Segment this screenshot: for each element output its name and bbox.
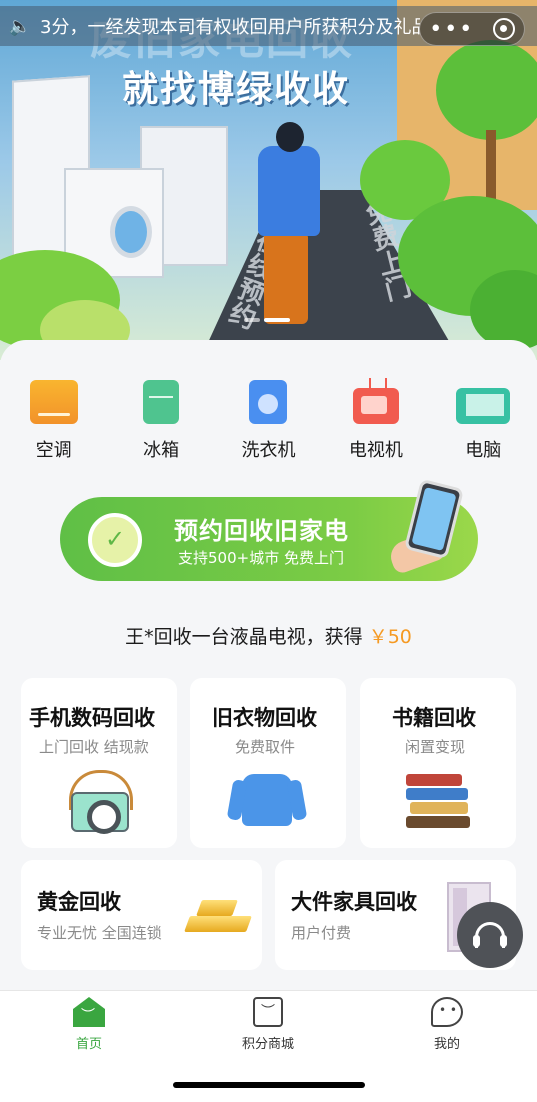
camera-icon (71, 792, 129, 834)
service-card-digital[interactable]: 手机数码回收 上门回收 结现款 (21, 678, 177, 848)
computer-icon (456, 388, 511, 424)
card-subtitle: 上门回收 结现款 (39, 738, 149, 756)
category-row: 空调 冰箱 洗衣机 电视机 电脑 (0, 380, 537, 462)
carousel-dot-active (264, 318, 290, 322)
service-card-books[interactable]: 书籍回收 闲置变现 (360, 678, 516, 848)
card-subtitle: 免费取件 (235, 738, 296, 756)
book-recycling-banner[interactable]: 预约回收旧家电 支持500+城市 免费上门 (60, 478, 478, 581)
card-title: 手机数码回收 (29, 706, 155, 730)
mini-program-capsule[interactable]: ••• (419, 12, 525, 46)
gold-bars-icon (183, 894, 253, 936)
card-subtitle: 闲置变现 (405, 738, 466, 756)
shopping-bag-icon (253, 997, 283, 1027)
card-title: 书籍回收 (392, 706, 476, 730)
service-card-gold[interactable]: 黄金回收 专业无忧 全国连锁 (21, 860, 262, 970)
category-label: 空调 (35, 440, 72, 461)
close-miniprogram-icon[interactable] (492, 18, 515, 40)
phone-icon (403, 478, 465, 560)
tree-illustration (436, 40, 537, 140)
category-computer[interactable]: 电脑 (433, 380, 533, 462)
notice-text: 王*回收一台液晶电视，获得 (125, 626, 363, 648)
main-content: 空调 冰箱 洗衣机 电视机 电脑 预约回收旧家电 支持500+城市 免费上门 王… (0, 340, 537, 990)
sweater-icon (242, 774, 292, 826)
category-fridge[interactable]: 冰箱 (111, 380, 211, 462)
card-subtitle: 用户付费 (291, 924, 352, 942)
banner-title: 预约回收旧家电 (174, 517, 349, 545)
home-icon (73, 997, 105, 1027)
notice-amount: ￥50 (368, 626, 412, 648)
banner-subtitle: 支持500+城市 免费上门 (178, 549, 344, 567)
tab-points-mall[interactable]: 积分商城 (208, 997, 328, 1052)
carousel-dot (244, 318, 260, 322)
headset-icon (473, 922, 507, 948)
tab-home[interactable]: 首页 (29, 997, 149, 1052)
card-title: 大件家具回收 (291, 890, 417, 914)
more-icon[interactable]: ••• (429, 17, 474, 42)
speaker-icon: 🔈 (8, 15, 32, 37)
washer-icon (249, 380, 288, 424)
carousel-indicator (244, 318, 290, 322)
category-washer[interactable]: 洗衣机 (218, 380, 318, 462)
service-card-clothes[interactable]: 旧衣物回收 免费取件 (190, 678, 346, 848)
tab-label: 积分商城 (241, 1037, 294, 1052)
category-air-conditioner[interactable]: 空调 (4, 380, 104, 462)
card-subtitle: 专业无忧 全国连锁 (37, 924, 162, 942)
hero-banner[interactable]: 废旧家电回收 就找博绿收收 在线预约 免费上门 🔈 3分，一经发现本司有权收回用… (0, 0, 537, 360)
fridge-icon (143, 380, 180, 424)
card-title: 黄金回收 (37, 890, 121, 914)
category-label: 冰箱 (143, 440, 180, 461)
home-indicator (173, 1082, 365, 1088)
hero-slogan: 就找博绿收收 (122, 69, 351, 110)
tab-label: 首页 (75, 1037, 102, 1052)
category-label: 电视机 (348, 440, 403, 461)
category-tv[interactable]: 电视机 (326, 380, 426, 462)
air-conditioner-icon (29, 380, 78, 424)
card-title: 旧衣物回收 (212, 706, 317, 730)
alarm-clock-icon (88, 513, 142, 567)
category-label: 电脑 (465, 440, 502, 461)
tab-me[interactable]: 我的 (387, 997, 507, 1052)
announcement-text: 3分，一经发现本司有权收回用户所获积分及礼品，转保 (40, 17, 420, 38)
recycling-notice: 王*回收一台液晶电视，获得 ￥50 (0, 622, 537, 649)
profile-icon (431, 997, 463, 1027)
tab-label: 我的 (433, 1037, 460, 1052)
books-icon (406, 774, 470, 830)
person-illustration (264, 232, 308, 324)
tv-icon (352, 388, 399, 424)
category-label: 洗衣机 (241, 440, 296, 461)
customer-service-button[interactable] (457, 902, 523, 968)
